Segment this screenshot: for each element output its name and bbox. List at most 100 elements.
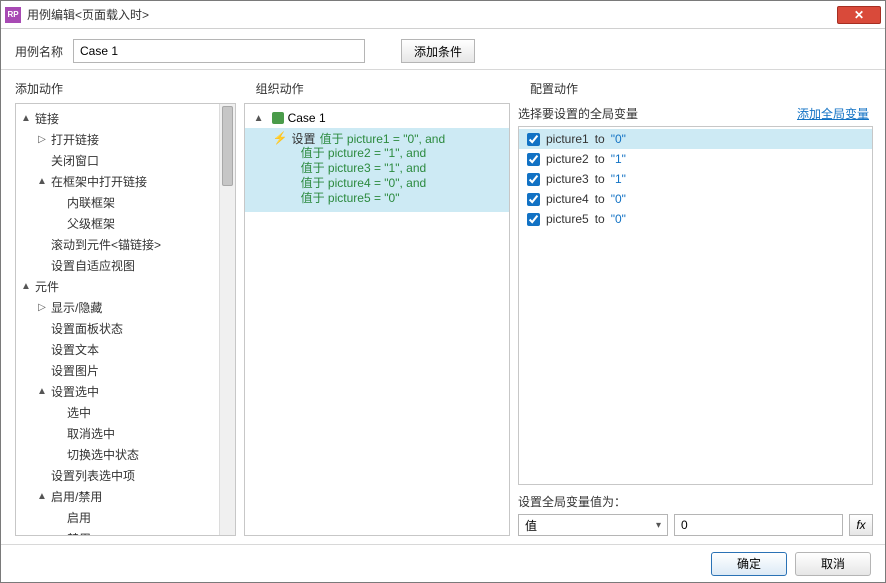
add-action-column: 添加动作 ▲链接▷打开链接关闭窗口▲在框架中打开链接内联框架父级框架滚动到元件<… [1, 70, 242, 544]
variable-to: to [595, 192, 605, 206]
action-line-2: 值于 picture3 = "1", and [245, 161, 509, 176]
action-line-0: 值于 picture1 = "0", and [320, 130, 446, 147]
actions-tree: ▲链接▷打开链接关闭窗口▲在框架中打开链接内联框架父级框架滚动到元件<锚链接>设… [16, 104, 235, 536]
add-action-panel[interactable]: ▲链接▷打开链接关闭窗口▲在框架中打开链接内联框架父级框架滚动到元件<锚链接>设… [15, 103, 236, 536]
configure-top: 选择要设置的全局变量 添加全局变量 [518, 103, 873, 126]
case-node[interactable]: ▲ Case 1 [245, 108, 509, 128]
tree-item[interactable]: 启用 [16, 507, 235, 528]
footer: 确定 取消 [1, 544, 885, 582]
tree-item[interactable]: ▷显示/隐藏 [16, 297, 235, 318]
tree-item[interactable]: 设置面板状态 [16, 318, 235, 339]
variable-to: to [595, 152, 605, 166]
variable-row[interactable]: picture2to"1" [519, 149, 872, 169]
tree-item[interactable]: 滚动到元件<锚链接> [16, 234, 235, 255]
value-type-text: 值 [525, 517, 537, 534]
tree-item-label: 选中 [67, 404, 91, 421]
tree-item[interactable]: ▷打开链接 [16, 129, 235, 150]
scrollbar[interactable] [219, 104, 235, 535]
variable-checkbox[interactable] [527, 153, 540, 166]
add-condition-button[interactable]: 添加条件 [401, 39, 475, 63]
action-line-4: 值于 picture5 = "0" [245, 191, 509, 206]
tree-item[interactable]: 取消选中 [16, 423, 235, 444]
tree-item[interactable]: ▲在框架中打开链接 [16, 171, 235, 192]
window-title: 用例编辑<页面载入时> [27, 6, 837, 23]
twisty-closed-icon: ▷ [36, 134, 48, 145]
tree-item-label: 设置自适应视图 [51, 257, 135, 274]
value-input[interactable] [674, 514, 843, 536]
variable-name: picture1 [546, 132, 589, 146]
tree-item-label: 显示/隐藏 [51, 299, 102, 316]
app-icon: RP [5, 7, 21, 23]
variable-checkbox[interactable] [527, 173, 540, 186]
case-name-input[interactable] [73, 39, 365, 63]
variable-list[interactable]: picture1to"0"picture2to"1"picture3to"1"p… [518, 126, 873, 485]
ok-button[interactable]: 确定 [711, 552, 787, 576]
variable-value: "1" [611, 152, 626, 166]
variable-name: picture4 [546, 192, 589, 206]
tree-item-label: 设置面板状态 [51, 320, 123, 337]
tree-item[interactable]: 选中 [16, 402, 235, 423]
tree-item[interactable]: 设置列表选中项 [16, 465, 235, 486]
variable-checkbox[interactable] [527, 133, 540, 146]
tree-item-label: 父级框架 [67, 215, 115, 232]
tree-item[interactable]: ▲链接 [16, 108, 235, 129]
tree-item[interactable]: 父级框架 [16, 213, 235, 234]
variable-checkbox[interactable] [527, 193, 540, 206]
tree-item[interactable]: 设置自适应视图 [16, 255, 235, 276]
tree-item[interactable]: ▲启用/禁用 [16, 486, 235, 507]
value-type-select[interactable]: 值 ▾ [518, 514, 668, 536]
configure-action-header: 配置动作 [516, 76, 873, 103]
tree-item-label: 打开链接 [51, 131, 99, 148]
variable-row[interactable]: picture4 to "0" [519, 189, 872, 209]
twisty-down-icon: ▲ [253, 113, 265, 124]
tree-item[interactable]: 设置图片 [16, 360, 235, 381]
variable-checkbox[interactable] [527, 213, 540, 226]
variable-row[interactable]: picture1 to "0" [519, 129, 872, 149]
tree-item-label: 链接 [35, 110, 59, 127]
close-button[interactable]: ✕ [837, 6, 881, 24]
twisty-closed-icon: ▷ [36, 302, 48, 313]
variable-row[interactable]: picture3to"1" [519, 169, 872, 189]
fx-button[interactable]: fx [849, 514, 873, 536]
tree-item-label: 关闭窗口 [51, 152, 99, 169]
tree-item[interactable]: 内联框架 [16, 192, 235, 213]
tree-item[interactable]: ▲元件 [16, 276, 235, 297]
variable-to: to [595, 172, 605, 186]
case-icon [272, 112, 284, 124]
action-label: 设置 [292, 130, 316, 147]
tree-item[interactable]: 禁用 [16, 528, 235, 536]
select-vars-label: 选择要设置的全局变量 [518, 105, 638, 122]
variable-value: "1" [611, 172, 626, 186]
variable-row[interactable]: picture5to"0" [519, 209, 872, 229]
tree-item[interactable]: ▲设置选中 [16, 381, 235, 402]
tree-item-label: 滚动到元件<锚链接> [51, 236, 161, 253]
twisty-open-icon: ▲ [36, 176, 48, 187]
tree-item[interactable]: 设置文本 [16, 339, 235, 360]
scrollbar-thumb[interactable] [222, 106, 233, 186]
set-value-label: 设置全局变量值为： [518, 493, 873, 510]
add-global-var-link[interactable]: 添加全局变量 [797, 105, 869, 122]
case-name-label: 用例名称 [15, 43, 63, 60]
variable-to: to [595, 132, 605, 146]
variable-value: "0" [611, 192, 626, 206]
tree-item[interactable]: 切换选中状态 [16, 444, 235, 465]
variable-value: "0" [611, 212, 626, 226]
organize-action-header: 组织动作 [242, 76, 516, 103]
tree-item-label: 元件 [35, 278, 59, 295]
tree-item[interactable]: 关闭窗口 [16, 150, 235, 171]
action-line-1: 值于 picture2 = "1", and [245, 146, 509, 161]
action-node[interactable]: ⚡ 设置 值于 picture1 = "0", and 值于 picture2 … [245, 128, 509, 212]
tree-item-label: 设置选中 [51, 383, 99, 400]
bolt-icon: ⚡ [273, 131, 288, 145]
twisty-open-icon: ▲ [36, 386, 48, 397]
configure-action-column: 配置动作 选择要设置的全局变量 添加全局变量 picture1to"0"pict… [516, 70, 885, 544]
tree-item-label: 禁用 [67, 530, 91, 536]
chevron-down-icon: ▾ [656, 520, 661, 531]
twisty-open-icon: ▲ [20, 281, 32, 292]
organize-action-panel[interactable]: ▲ Case 1 ⚡ 设置 值于 picture1 = "0", and 值于 … [244, 103, 510, 536]
cancel-button[interactable]: 取消 [795, 552, 871, 576]
tree-item-label: 设置图片 [51, 362, 99, 379]
variable-value: "0" [611, 132, 626, 146]
action-head: ⚡ 设置 值于 picture1 = "0", and [245, 130, 509, 146]
top-row: 用例名称 添加条件 [1, 29, 885, 70]
